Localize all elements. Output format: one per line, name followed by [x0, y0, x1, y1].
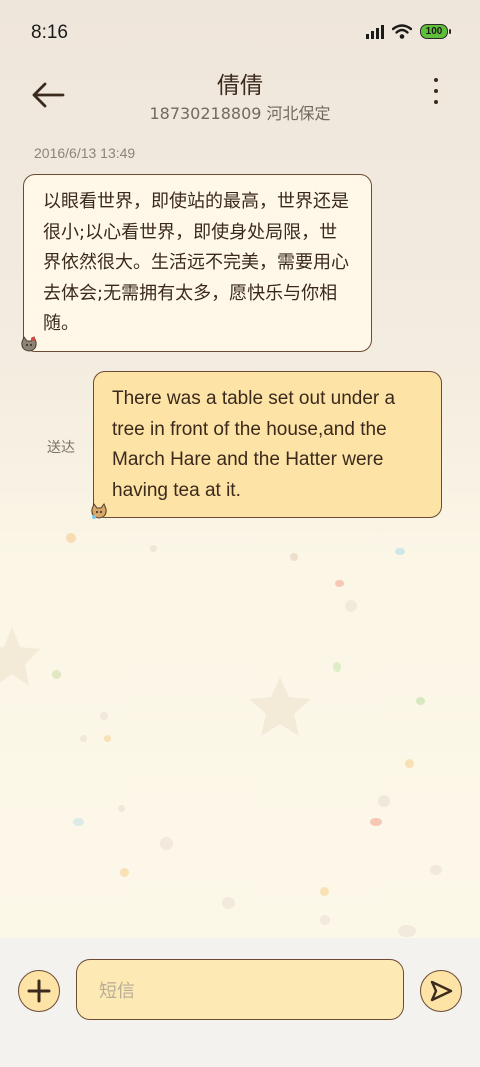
send-button[interactable] [420, 970, 462, 1012]
cat-sticker-icon [21, 336, 37, 352]
sms-input[interactable]: 短信 [76, 959, 404, 1020]
cat-sticker-icon [91, 503, 107, 519]
status-icons: 100 [366, 24, 451, 39]
conversation-header: 倩倩 18730218809 河北保定 [0, 66, 480, 130]
more-options-button[interactable] [432, 78, 440, 108]
status-bar: 8:16 100 [0, 0, 480, 66]
contact-number-location: 18730218809 河北保定 [149, 104, 331, 123]
status-time: 8:16 [31, 22, 68, 43]
incoming-message-text: 以眼看世界，即使站的最高，世界还是很小;以心看世界，即使身处局限，世界依然很大。… [43, 191, 349, 334]
outgoing-message-bubble[interactable]: There was a table set out under a tree i… [93, 371, 442, 518]
send-icon [430, 980, 453, 1002]
composer-bar: 短信 [0, 938, 480, 1067]
incoming-message-bubble[interactable]: 以眼看世界，即使站的最高，世界还是很小;以心看世界，即使身处局限，世界依然很大。… [23, 174, 372, 352]
battery-level: 100 [425, 26, 443, 37]
contact-name: 倩倩 [217, 73, 263, 99]
delivery-status: 送达 [47, 440, 75, 456]
more-vertical-icon [432, 78, 440, 104]
message-timestamp: 2016/6/13 13:49 [34, 145, 136, 161]
add-attachment-button[interactable] [18, 970, 60, 1012]
battery-icon: 100 [420, 24, 451, 39]
star-decoration [249, 677, 311, 736]
wifi-icon [392, 24, 412, 39]
star-decoration [0, 627, 40, 686]
outgoing-message-text: There was a table set out under a tree i… [112, 388, 396, 501]
sms-input-placeholder: 短信 [99, 980, 135, 1002]
plus-icon [27, 979, 51, 1003]
signal-icon [366, 24, 384, 39]
